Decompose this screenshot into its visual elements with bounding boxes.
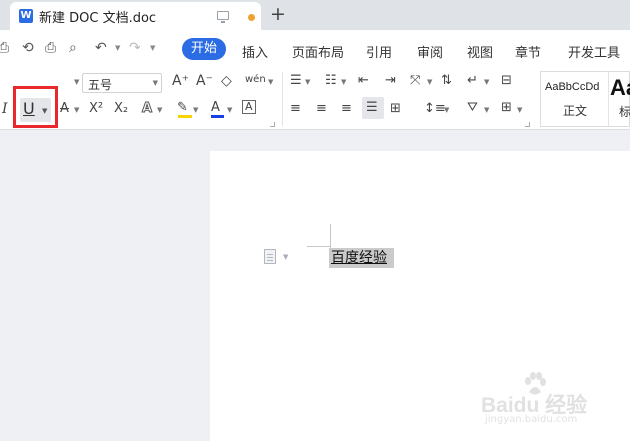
bullet-list-icon[interactable]: ☰ — [290, 73, 302, 89]
font-color-dropdown-chevron-icon[interactable]: ▼ — [227, 106, 232, 114]
font-size-chevron-icon: ▼ — [152, 79, 158, 87]
tab-ruler-icon[interactable]: ⊟ — [501, 73, 512, 89]
numbered-list-icon[interactable]: ☷ — [325, 73, 337, 89]
save-icon[interactable]: ⎙ — [0, 40, 9, 56]
line-spacing-dropdown-chevron-icon[interactable]: ▼ — [444, 106, 449, 114]
tab-developer-tools[interactable]: 开发工具 — [568, 42, 620, 61]
font-name-dropdown-chevron-icon[interactable]: ▼ — [74, 78, 79, 86]
redo-icon[interactable]: ↷ — [129, 40, 141, 56]
print-preview-icon[interactable]: ⌕ — [69, 40, 77, 56]
sort-icon[interactable]: ⇅ — [441, 73, 452, 89]
paragraph-layout-dropdown-chevron-icon[interactable]: ▼ — [283, 253, 288, 261]
annotation-highlight-frame — [13, 86, 58, 128]
pinyin-guide-icon[interactable]: wén — [245, 72, 266, 88]
tab-page-layout[interactable]: 页面布局 — [292, 42, 344, 61]
paragraph-layout-icon[interactable] — [264, 249, 276, 264]
page-margin-corner-mark — [330, 224, 331, 248]
undo-dropdown-chevron-icon[interactable]: ▼ — [115, 44, 120, 52]
shading-bucket-icon[interactable]: ⛛ — [467, 100, 478, 116]
pinyin-dropdown-chevron-icon[interactable]: ▼ — [268, 78, 273, 86]
italic-icon[interactable]: I — [2, 101, 8, 117]
tab-start[interactable]: 开始 — [182, 38, 226, 60]
align-left-icon[interactable]: ≡ — [290, 101, 301, 117]
document-tab[interactable]: W 新建 DOC 文档.doc — [10, 2, 261, 30]
format-painter-icon[interactable]: ⟲ — [22, 40, 34, 56]
redo-dropdown-chevron-icon[interactable]: ▼ — [150, 44, 155, 52]
chinese-layout-dropdown-chevron-icon[interactable]: ▼ — [427, 78, 432, 86]
style-heading-sample[interactable]: Aa — [610, 75, 630, 101]
new-tab-plus-icon[interactable]: + — [270, 4, 286, 24]
numbered-list-dropdown-chevron-icon[interactable]: ▼ — [341, 78, 346, 86]
ribbon-separator — [282, 72, 283, 126]
shrink-font-icon[interactable]: A⁻ — [196, 73, 213, 89]
align-center-icon[interactable]: ≡ — [316, 101, 327, 117]
decrease-indent-icon[interactable]: ⇤ — [358, 73, 369, 89]
style-normal-label: 正文 — [563, 104, 588, 118]
grow-font-icon[interactable]: A⁺ — [172, 73, 189, 89]
align-justify-button[interactable]: ☰ — [362, 97, 384, 119]
chinese-layout-icon[interactable]: ⤧ — [410, 73, 420, 89]
menu-bar: ⎙ ⟲ ⎙ ⌕ ↶ ▼ ↷ ▼ 开始 插入 页面布局 引用 审阅 视图 章节 开… — [0, 30, 630, 68]
tab-review[interactable]: 审阅 — [417, 42, 443, 61]
pin-window-icon[interactable] — [217, 11, 229, 23]
line-spacing-icon[interactable]: ↕≡ — [424, 101, 446, 117]
document-tab-title: 新建 DOC 文档.doc — [39, 11, 157, 26]
selected-document-text[interactable]: 百度经验 — [329, 248, 394, 268]
unsaved-indicator-icon — [248, 14, 255, 21]
paragraph-group-launcher-icon[interactable] — [525, 122, 530, 127]
borders-icon[interactable]: ⊞ — [501, 100, 512, 116]
strikethrough-icon[interactable]: A — [60, 101, 69, 117]
align-right-icon[interactable]: ≡ — [341, 101, 352, 117]
text-effects-dropdown-chevron-icon[interactable]: ▼ — [157, 106, 162, 114]
font-size-value: 五号 — [88, 78, 113, 92]
font-color-swatch — [211, 115, 224, 118]
font-group-launcher-icon[interactable] — [270, 122, 275, 127]
subscript-icon[interactable]: X₂ — [114, 101, 128, 117]
print-icon[interactable]: ⎙ — [45, 40, 56, 56]
style-normal[interactable]: AaBbCcDd 正文 — [541, 72, 609, 126]
show-hide-marks-dropdown-chevron-icon[interactable]: ▼ — [484, 78, 489, 86]
borders-dropdown-chevron-icon[interactable]: ▼ — [517, 106, 522, 114]
style-gallery: AaBbCcDd 正文 Aa 标 — [540, 71, 630, 127]
align-justify-icon: ☰ — [366, 100, 378, 115]
tab-insert[interactable]: 插入 — [242, 42, 268, 61]
page-margin-corner-mark — [307, 246, 331, 247]
shading-dropdown-chevron-icon[interactable]: ▼ — [484, 106, 489, 114]
font-size-select[interactable]: 五号 ▼ — [82, 73, 162, 93]
ribbon-toolbar: ▼ 五号 ▼ A⁺ A⁻ ◇ wén ▼ I U ▼ A ▼ X² X₂ A ▼… — [0, 68, 630, 130]
watermark-url-text: jingyan.baidu.com — [485, 414, 578, 425]
increase-indent-icon[interactable]: ⇥ — [385, 73, 396, 89]
show-hide-marks-icon[interactable]: ↵ — [467, 73, 478, 89]
strikethrough-dropdown-chevron-icon[interactable]: ▼ — [74, 106, 79, 114]
character-border-icon[interactable]: A — [242, 100, 256, 114]
bullet-list-dropdown-chevron-icon[interactable]: ▼ — [305, 78, 310, 86]
superscript-icon[interactable]: X² — [89, 101, 103, 117]
highlight-dropdown-chevron-icon[interactable]: ▼ — [193, 106, 198, 114]
highlight-color-swatch — [178, 115, 192, 118]
style-normal-sample: AaBbCcDd — [545, 81, 600, 93]
clear-format-eraser-icon[interactable]: ◇ — [221, 73, 232, 89]
text-effects-icon[interactable]: A — [141, 101, 152, 117]
distributed-align-icon[interactable]: ⊞ — [390, 101, 401, 117]
baidu-jingyan-watermark: Baidu 经验 jingyan.baidu.com — [481, 372, 606, 427]
tab-chapter[interactable]: 章节 — [515, 42, 541, 61]
title-bar: W 新建 DOC 文档.doc + — [0, 0, 630, 30]
writer-doc-icon: W — [19, 9, 33, 23]
highlight-pen-icon[interactable]: ✎ — [177, 100, 188, 116]
style-heading-label: 标 — [619, 105, 630, 119]
tab-view[interactable]: 视图 — [467, 42, 493, 61]
font-color-icon[interactable]: A — [211, 100, 220, 116]
tab-references[interactable]: 引用 — [366, 42, 392, 61]
undo-icon[interactable]: ↶ — [95, 40, 107, 56]
